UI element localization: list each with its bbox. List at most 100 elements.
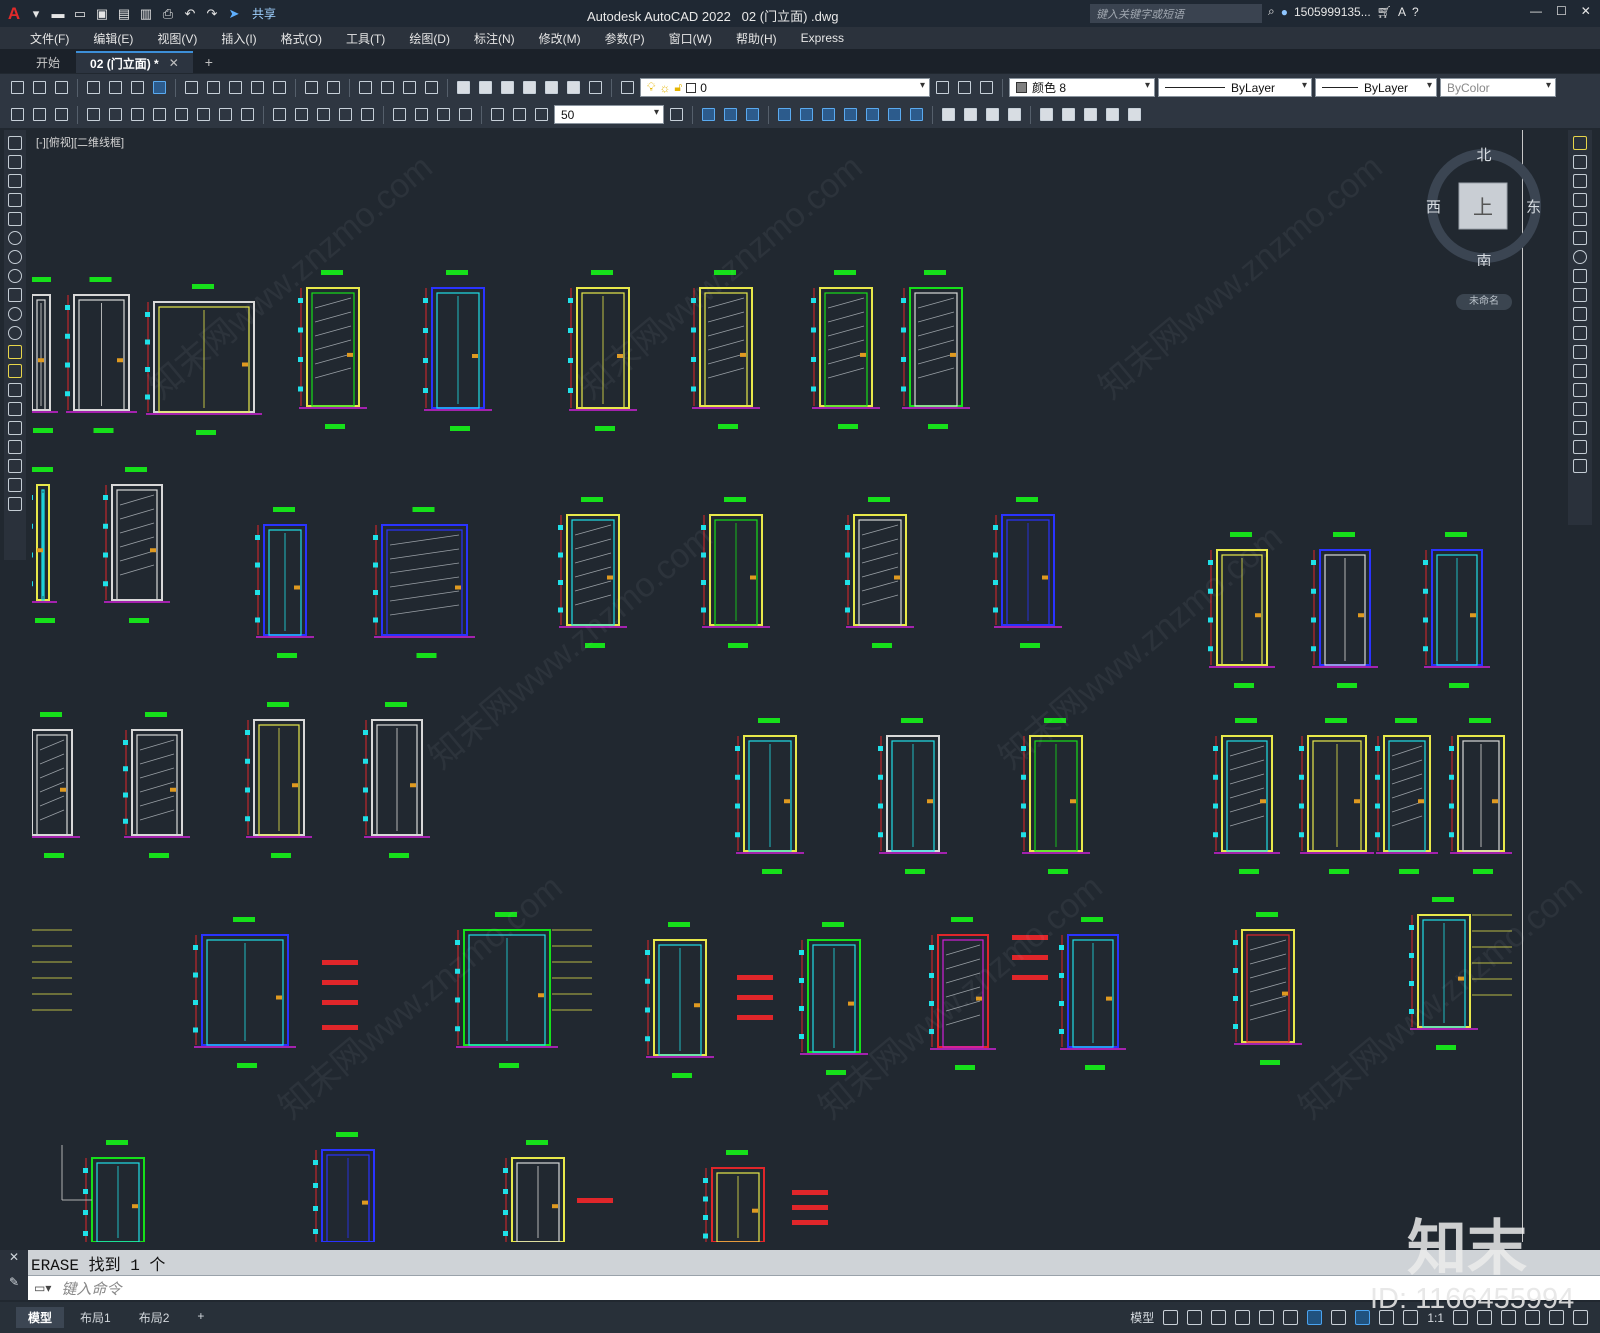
menu-help[interactable]: 帮助(H) <box>724 30 789 47</box>
stretch-icon[interactable] <box>1573 288 1587 302</box>
move-icon[interactable] <box>1573 231 1587 245</box>
menu-edit[interactable]: 编辑(E) <box>81 30 145 47</box>
move-3d-icon[interactable] <box>775 105 794 124</box>
polyline-icon[interactable] <box>8 174 22 188</box>
ordinate-dim-icon[interactable] <box>150 105 169 124</box>
user-name[interactable]: 1505999135... <box>1294 5 1371 19</box>
globe-icon[interactable] <box>150 78 169 97</box>
menu-view[interactable]: 视图(V) <box>145 30 209 47</box>
object-snap-icon[interactable] <box>1307 1310 1323 1325</box>
publish-icon[interactable] <box>128 78 147 97</box>
color-dropdown[interactable]: 颜色 8 <box>1009 78 1155 97</box>
annotation-visibility-icon[interactable] <box>1355 1310 1371 1325</box>
ucs-menu[interactable]: 未命名 <box>1456 294 1512 310</box>
tab-drawing[interactable]: 02 (门立面) * ✕ <box>76 51 193 73</box>
menu-format[interactable]: 格式(O) <box>269 30 334 47</box>
mtext-icon[interactable] <box>8 478 22 492</box>
cart-icon[interactable]: 🛒︎ <box>1377 5 1392 19</box>
mirror-3d-icon[interactable] <box>841 105 860 124</box>
add-selected-icon[interactable] <box>8 497 22 511</box>
plot-preview-icon[interactable] <box>106 78 125 97</box>
baseline-dim-icon[interactable] <box>292 105 311 124</box>
array-3d-icon[interactable] <box>863 105 882 124</box>
menu-window[interactable]: 窗口(W) <box>657 30 724 47</box>
add-layout-button[interactable]: + <box>185 1307 216 1328</box>
markup-icon[interactable] <box>542 78 561 97</box>
save-icon[interactable] <box>52 78 71 97</box>
menu-tools[interactable]: 工具(T) <box>334 30 397 47</box>
construction-line-icon[interactable] <box>8 155 22 169</box>
share-icon[interactable]: ➤ <box>226 6 242 22</box>
menu-icon[interactable] <box>1573 1310 1588 1325</box>
jogged-dim-icon[interactable] <box>194 105 213 124</box>
lineweight-dropdown[interactable]: ByLayer <box>1315 78 1437 97</box>
layer-properties-icon[interactable] <box>618 78 637 97</box>
blend-icon[interactable] <box>1573 440 1587 454</box>
command-prompt-icon[interactable]: ▭▾ <box>34 1281 51 1295</box>
save-icon[interactable]: ▣ <box>94 6 110 22</box>
continue-dim-icon[interactable] <box>314 105 333 124</box>
break-point-icon[interactable] <box>1573 345 1587 359</box>
circle-icon[interactable] <box>8 250 22 264</box>
quick-dim-icon[interactable] <box>270 105 289 124</box>
dim-update-icon[interactable] <box>532 105 551 124</box>
share-button[interactable]: 共享 <box>252 5 276 22</box>
view-front-icon[interactable] <box>699 105 718 124</box>
rotate-icon[interactable] <box>1573 250 1587 264</box>
block-attr-icon[interactable] <box>1059 105 1078 124</box>
block-insert-icon[interactable] <box>1037 105 1056 124</box>
layer-isolate-icon[interactable] <box>52 105 71 124</box>
layer-previous-icon[interactable] <box>955 78 974 97</box>
mirror-icon[interactable] <box>1573 174 1587 188</box>
xref-icon[interactable] <box>1081 105 1100 124</box>
chamfer-icon[interactable] <box>1573 402 1587 416</box>
model-space-button[interactable]: 模型 <box>1130 1309 1154 1326</box>
slice-icon[interactable] <box>885 105 904 124</box>
app-menu-button[interactable]: A <box>6 4 22 23</box>
snap-icon[interactable] <box>1187 1310 1203 1325</box>
break-icon[interactable] <box>1573 364 1587 378</box>
menu-dimension[interactable]: 标注(N) <box>462 30 527 47</box>
chevron-down-icon[interactable]: ▾ <box>28 6 44 22</box>
new-tab-button[interactable]: + <box>195 51 223 73</box>
user-icon[interactable]: ● <box>1281 5 1288 19</box>
aligned-dim-icon[interactable] <box>106 105 125 124</box>
materials-icon[interactable] <box>961 105 980 124</box>
undo-icon[interactable]: ↶ <box>182 6 198 22</box>
center-mark-icon[interactable] <box>412 105 431 124</box>
view-top-icon[interactable] <box>721 105 740 124</box>
dim-edit-icon[interactable] <box>488 105 507 124</box>
linetype-dropdown[interactable]: ByLayer <box>1158 78 1312 97</box>
tab-start[interactable]: 开始 <box>22 51 74 73</box>
properties-icon[interactable] <box>454 78 473 97</box>
align-3d-icon[interactable] <box>819 105 838 124</box>
close-icon[interactable]: ✕ <box>169 56 179 70</box>
erase-icon[interactable] <box>1573 136 1587 150</box>
redo-icon[interactable]: ↷ <box>204 6 220 22</box>
menu-draw[interactable]: 绘图(D) <box>397 30 462 47</box>
lineweight-icon[interactable] <box>1331 1310 1347 1325</box>
help-icon[interactable]: ? <box>1412 5 1419 19</box>
ellipse-icon[interactable] <box>8 307 22 321</box>
layer-dropdown[interactable]: 💡︎ ☼ 🔓︎ 0 <box>640 78 930 97</box>
clip-icon[interactable] <box>1125 105 1144 124</box>
match-icon[interactable] <box>8 105 27 124</box>
image-icon[interactable] <box>1103 105 1122 124</box>
grid-icon[interactable] <box>1163 1310 1179 1325</box>
extend-icon[interactable] <box>1573 326 1587 340</box>
break-dim-icon[interactable] <box>358 105 377 124</box>
layer-states-icon[interactable] <box>977 78 996 97</box>
inspect-icon[interactable] <box>434 105 453 124</box>
scale-icon[interactable] <box>1573 269 1587 283</box>
dim-style-icon[interactable] <box>667 105 686 124</box>
point-icon[interactable] <box>8 383 22 397</box>
fillet-icon[interactable] <box>1573 421 1587 435</box>
explode-icon[interactable] <box>1573 459 1587 473</box>
isodraft-icon[interactable] <box>1259 1310 1275 1325</box>
cut-icon[interactable] <box>182 78 201 97</box>
open-folder-icon[interactable]: ▭ <box>72 6 88 22</box>
zoom-window-icon[interactable] <box>400 78 419 97</box>
paste-icon[interactable] <box>226 78 245 97</box>
spline-icon[interactable] <box>8 288 22 302</box>
insert-block-icon[interactable] <box>8 345 22 359</box>
